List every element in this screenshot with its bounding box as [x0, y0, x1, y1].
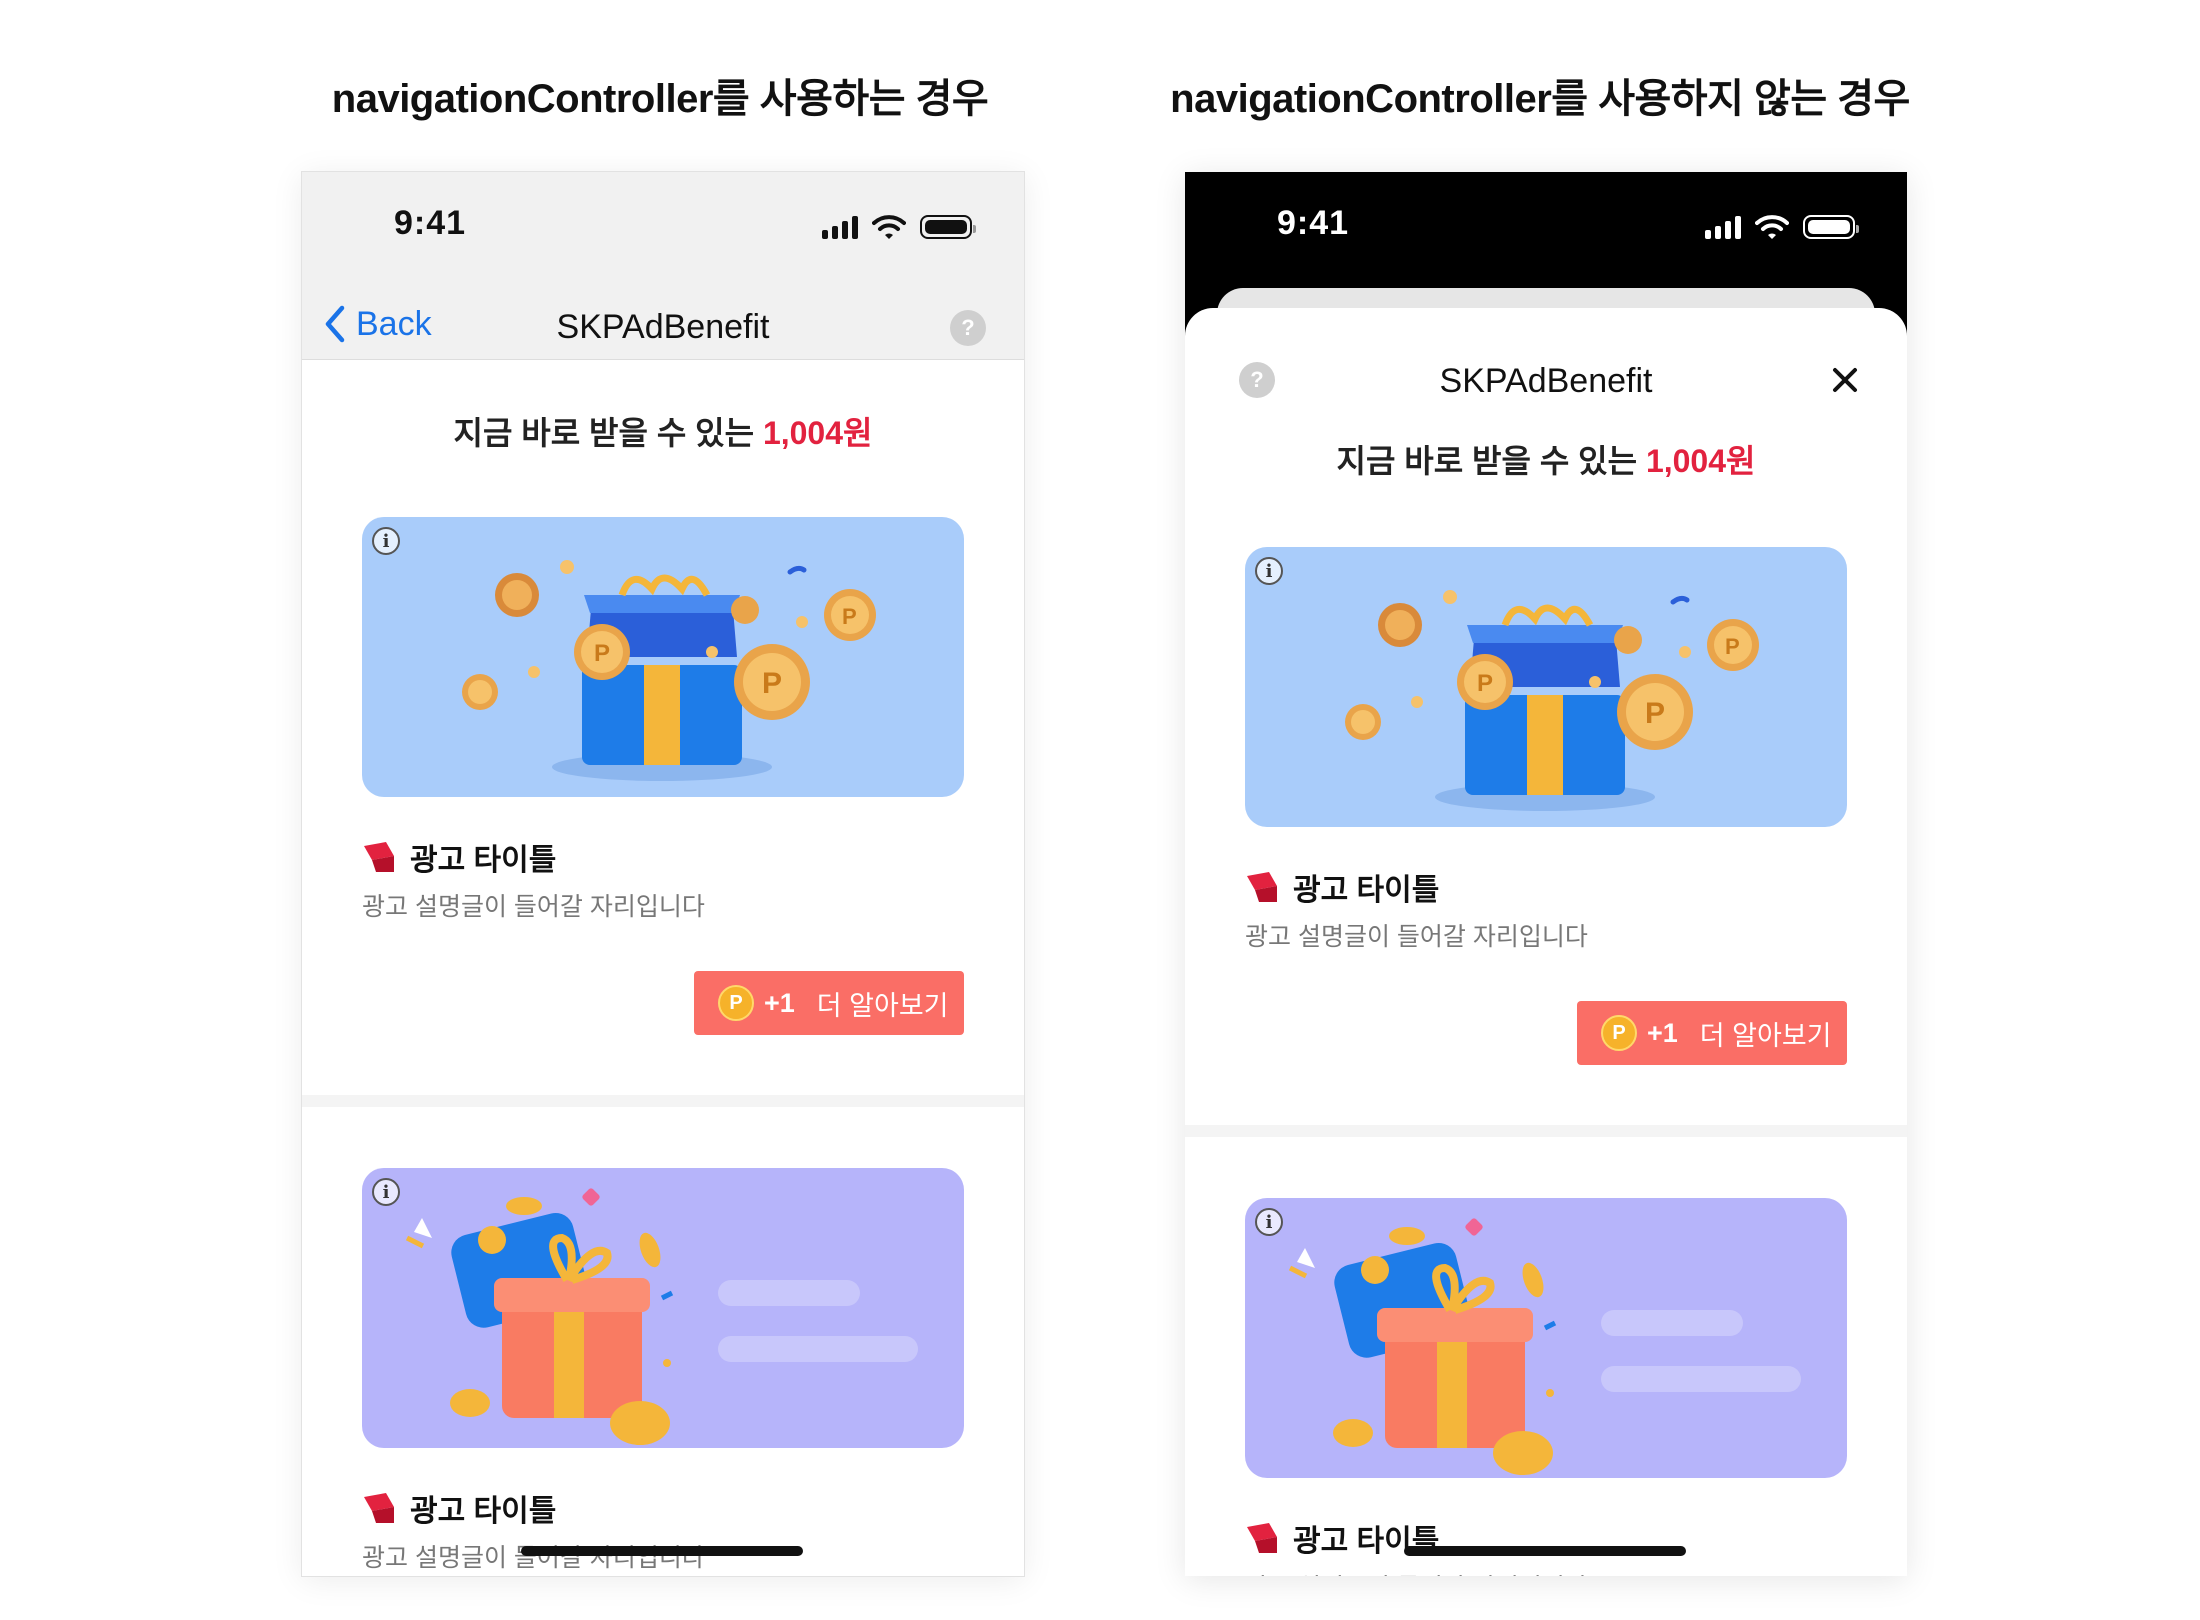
point-coin-icon: P	[718, 985, 754, 1021]
status-icons	[1705, 214, 1859, 240]
ad-description: 광고 설명글이 들어갈 자리입니다	[362, 1544, 705, 1572]
status-time: 9:41	[394, 204, 467, 242]
wifi-icon	[872, 215, 906, 239]
ad-image[interactable]: i	[362, 1168, 964, 1448]
learn-more-button[interactable]: P +1 더 알아보기	[1577, 1001, 1847, 1065]
ad-title-row: 광고 타이틀	[1245, 865, 1439, 909]
gift-wallet-illustration	[1288, 1218, 1557, 1475]
wifi-icon	[1755, 215, 1789, 239]
phone-with-navigation-controller: 9:41 Back SKPAdBenefit ? 지금 바로 받을 수 있는 1…	[302, 172, 1024, 1576]
ad-image[interactable]: i	[1245, 1198, 1847, 1478]
brand-icon	[364, 842, 394, 872]
section-divider	[1185, 1125, 1907, 1137]
svg-text:P: P	[1645, 697, 1665, 730]
headline-prefix: 지금 바로 받을 수 있는	[453, 415, 763, 451]
reward-headline: 지금 바로 받을 수 있는 1,004원	[302, 408, 1024, 454]
brand-icon	[1247, 1523, 1277, 1553]
ad-title-row: 광고 타이틀	[362, 835, 556, 879]
caption-without-navigation-controller: navigationController를 사용하지 않는 경우	[1170, 77, 1910, 121]
gift-box-illustration: P P P	[1345, 590, 1759, 811]
phone-without-navigation-controller: 9:41 ? SKPAdBenefit 지금 바로 받을 수 있는 1,004원	[1185, 172, 1907, 1576]
status-time: 9:41	[1277, 204, 1350, 242]
info-icon[interactable]: i	[372, 1178, 400, 1206]
home-indicator	[1404, 1546, 1686, 1556]
reward-headline: 지금 바로 받을 수 있는 1,004원	[1185, 436, 1907, 482]
point-coin-icon: P	[1601, 1015, 1637, 1051]
learn-more-button[interactable]: P +1 더 알아보기	[694, 971, 964, 1035]
svg-text:P: P	[842, 604, 857, 629]
svg-text:P: P	[594, 640, 610, 667]
svg-text:P: P	[1725, 634, 1740, 659]
section-divider	[302, 1095, 1024, 1107]
ad-title: 광고 타이틀	[410, 1495, 557, 1528]
ad-description: 광고 설명글이 들어갈 자리입니다	[1245, 923, 1588, 951]
headline-prefix: 지금 바로 받을 수 있는	[1336, 443, 1646, 479]
cta-label: 더 알아보기	[816, 990, 949, 1021]
sheet-title: SKPAdBenefit	[1439, 362, 1653, 400]
cta-label: 더 알아보기	[1699, 1020, 1832, 1051]
sheet-header: ? SKPAdBenefit	[1185, 308, 1907, 408]
svg-text:P: P	[1477, 670, 1493, 697]
info-icon[interactable]: i	[1255, 1208, 1283, 1236]
battery-icon	[920, 215, 976, 239]
gift-box-illustration: P P P	[462, 560, 876, 781]
ad-image[interactable]: P P P i	[1245, 547, 1847, 827]
signal-icon	[822, 215, 858, 239]
cta-reward: +1	[1647, 1017, 1678, 1048]
nav-title: SKPAdBenefit	[556, 308, 770, 346]
svg-text:P: P	[762, 667, 782, 700]
status-bar: 9:41	[302, 172, 1024, 282]
home-indicator	[521, 1546, 803, 1556]
status-icons	[822, 214, 976, 240]
info-icon[interactable]: i	[1255, 557, 1283, 585]
headline-amount: 1,004원	[1645, 443, 1756, 479]
modal-sheet: ? SKPAdBenefit 지금 바로 받을 수 있는 1,004원 P P …	[1185, 308, 1907, 1576]
cta-reward: +1	[764, 987, 795, 1018]
ad-description: 광고 설명글이 들어갈 자리입니다	[362, 893, 705, 921]
gift-wallet-illustration	[405, 1188, 674, 1445]
ad-title-row: 광고 타이틀	[362, 1486, 556, 1530]
navigation-bar: Back SKPAdBenefit ?	[302, 282, 1024, 360]
brand-icon	[1247, 872, 1277, 902]
close-icon[interactable]	[1827, 362, 1863, 398]
caption-with-navigation-controller: navigationController를 사용하는 경우	[331, 77, 989, 121]
ad-title: 광고 타이틀	[1293, 874, 1440, 907]
signal-icon	[1705, 215, 1741, 239]
help-icon[interactable]: ?	[950, 310, 986, 346]
info-icon[interactable]: i	[372, 527, 400, 555]
ad-image[interactable]: P P P i	[362, 517, 964, 797]
ad-title: 광고 타이틀	[410, 844, 557, 877]
status-bar: 9:41	[1185, 172, 1907, 282]
ad-description: 광고 설명글이 들어갈 자리입니다	[1245, 1568, 1588, 1576]
brand-icon	[364, 1493, 394, 1523]
battery-icon	[1803, 215, 1859, 239]
headline-amount: 1,004원	[762, 415, 873, 451]
